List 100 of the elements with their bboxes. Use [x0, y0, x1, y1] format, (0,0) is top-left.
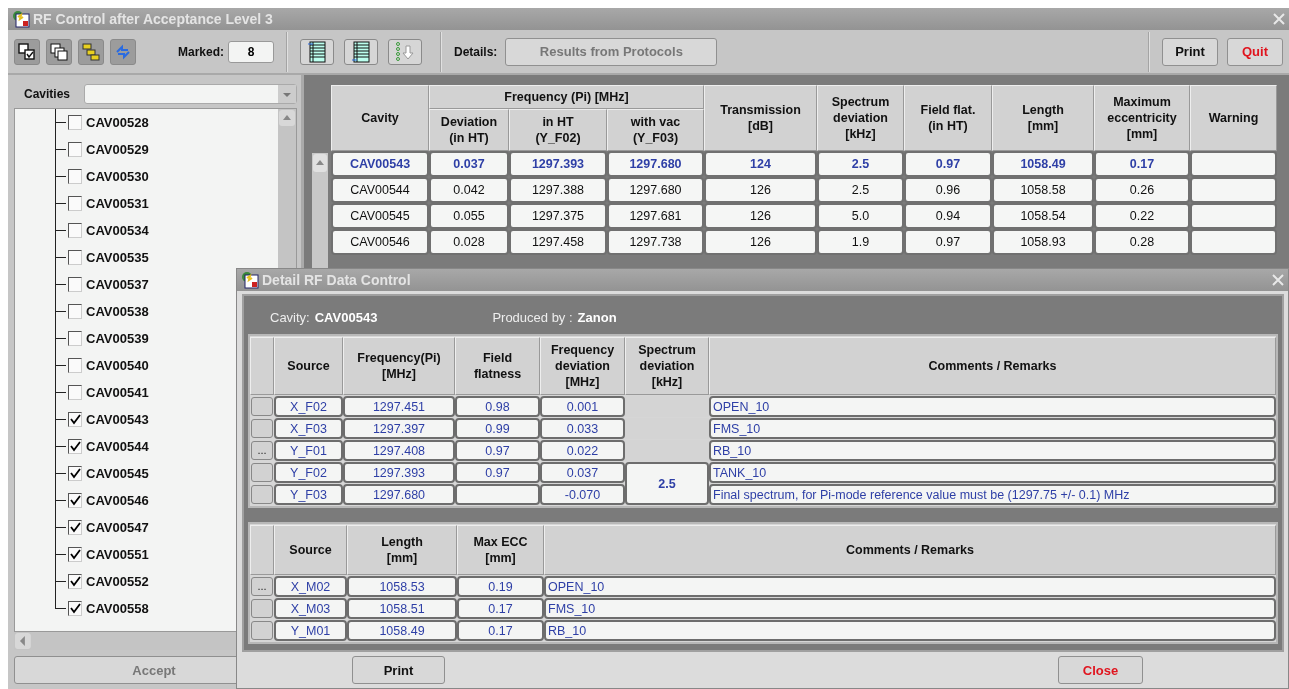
- cavity-value: CAV00543: [314, 309, 378, 325]
- table-cell: CAV00546: [331, 229, 429, 255]
- table-cell: CAV00545: [331, 203, 429, 229]
- dialog-title: Detail RF Data Control: [262, 272, 412, 288]
- table-cell: 1297.738: [607, 229, 704, 255]
- table-cell: OPEN_10: [709, 396, 1276, 417]
- table-cell: 1297.451: [343, 396, 455, 417]
- column-header: Cavity: [331, 85, 429, 151]
- table-cell: X_F02: [274, 396, 343, 417]
- table-cell: 0.22: [1094, 203, 1190, 229]
- column-header: Warning: [1190, 85, 1277, 151]
- table-cell: 0.97: [455, 440, 540, 461]
- table-cell: 1058.93: [992, 229, 1094, 255]
- column-header: Comments / Remarks: [709, 337, 1276, 395]
- table-cell: FMS_10: [544, 598, 1276, 619]
- table-cell: 0.26: [1094, 177, 1190, 203]
- table-cell: CAV00543: [331, 151, 429, 177]
- table-cell: 0.028: [429, 229, 509, 255]
- table-cell: X_F03: [274, 418, 343, 439]
- column-header: Spectrum deviation [kHz]: [625, 337, 709, 395]
- table-cell: 1297.408: [343, 440, 455, 461]
- table-cell: 1297.388: [509, 177, 607, 203]
- column-header: Spectrum deviation [kHz]: [817, 85, 904, 151]
- table-cell: 1058.51: [347, 598, 457, 619]
- column-header: Deviation (in HT): [429, 109, 509, 151]
- table-cell: 0.001: [540, 396, 625, 417]
- table-cell: X_M03: [274, 598, 347, 619]
- table-cell: 0.17: [457, 620, 544, 641]
- table-cell: 5.0: [817, 203, 904, 229]
- table-cell: 0.96: [904, 177, 992, 203]
- table-cell: 1297.680: [607, 177, 704, 203]
- table-cell: 126: [704, 203, 817, 229]
- table-cell: 0.17: [457, 598, 544, 619]
- table-cell: 1058.58: [992, 177, 1094, 203]
- producer-label: Produced by :: [492, 309, 573, 325]
- column-header: Max ECC [mm]: [457, 525, 544, 575]
- table-cell: Final spectrum, for Pi-mode reference value must be (1297.75 +/- 0.1) MHz: [709, 484, 1276, 505]
- table-cell: 1297.681: [607, 203, 704, 229]
- table-cell: 0.97: [455, 462, 540, 483]
- column-header: Comments / Remarks: [544, 525, 1276, 575]
- table-cell: 1297.680: [607, 151, 704, 177]
- table-cell: 0.99: [455, 418, 540, 439]
- table-cell: RB_10: [544, 620, 1276, 641]
- table-cell: 0.042: [429, 177, 509, 203]
- table-cell: 126: [704, 177, 817, 203]
- table-cell: 126: [704, 229, 817, 255]
- table-cell: 0.17: [1094, 151, 1190, 177]
- column-header: Source: [274, 525, 347, 575]
- table-cell: FMS_10: [709, 418, 1276, 439]
- column-header: Length [mm]: [347, 525, 457, 575]
- table-cell: OPEN_10: [544, 576, 1276, 597]
- table-cell: 1058.53: [347, 576, 457, 597]
- table-cell: 0.98: [455, 396, 540, 417]
- table-cell: 1297.393: [509, 151, 607, 177]
- table-cell: 0.022: [540, 440, 625, 461]
- table-cell: Y_M01: [274, 620, 347, 641]
- table-cell: Y_F03: [274, 484, 343, 505]
- column-header: Frequency(Pi) [MHz]: [343, 337, 455, 395]
- table-cell: 0.037: [429, 151, 509, 177]
- column-header: Frequency (Pi) [MHz]: [429, 85, 704, 109]
- table-cell: 0.97: [904, 229, 992, 255]
- table-cell: CAV00544: [331, 177, 429, 203]
- table-cell: 1297.393: [343, 462, 455, 483]
- table-cell: 0.033: [540, 418, 625, 439]
- column-header: Length [mm]: [992, 85, 1094, 151]
- table-cell: 1297.458: [509, 229, 607, 255]
- table-cell: TANK_10: [709, 462, 1276, 483]
- table-cell: 1297.680: [343, 484, 455, 505]
- cavity-label: Cavity:: [270, 309, 310, 325]
- table-cell: -0.070: [540, 484, 625, 505]
- column-header: with vac (Y_F03): [607, 109, 704, 151]
- cavities-label: Cavities: [24, 87, 71, 101]
- column-header: Field flat. (in HT): [904, 85, 992, 151]
- table-cell: 2.5: [817, 151, 904, 177]
- table-cell: 0.97: [904, 151, 992, 177]
- table-cell: Y_F02: [274, 462, 343, 483]
- table-cell: RB_10: [709, 440, 1276, 461]
- table-cell: 0.055: [429, 203, 509, 229]
- table-cell: 2.5: [817, 177, 904, 203]
- column-header: Frequency deviation [MHz]: [540, 337, 625, 395]
- table-cell: 1.9: [817, 229, 904, 255]
- table-cell: X_M02: [274, 576, 347, 597]
- table-cell: 1058.54: [992, 203, 1094, 229]
- window-title: RF Control after Acceptance Level 3: [33, 11, 274, 27]
- table-cell: 0.28: [1094, 229, 1190, 255]
- table-cell: 1297.375: [509, 203, 607, 229]
- details-label: Details:: [454, 44, 498, 59]
- table-cell: 1058.49: [992, 151, 1094, 177]
- table-cell: 1058.49: [347, 620, 457, 641]
- producer-value: Zanon: [577, 309, 617, 325]
- column-header: Maximum eccentricity [mm]: [1094, 85, 1190, 151]
- column-header: in HT (Y_F02): [509, 109, 607, 151]
- column-header: Field flatness: [455, 337, 540, 395]
- table-cell: 124: [704, 151, 817, 177]
- column-header: Source: [274, 337, 343, 395]
- column-header: Transmission [dB]: [704, 85, 817, 151]
- table-cell: 1297.397: [343, 418, 455, 439]
- marked-label: Marked:: [178, 44, 224, 59]
- table-cell: 0.94: [904, 203, 992, 229]
- table-cell: 0.19: [457, 576, 544, 597]
